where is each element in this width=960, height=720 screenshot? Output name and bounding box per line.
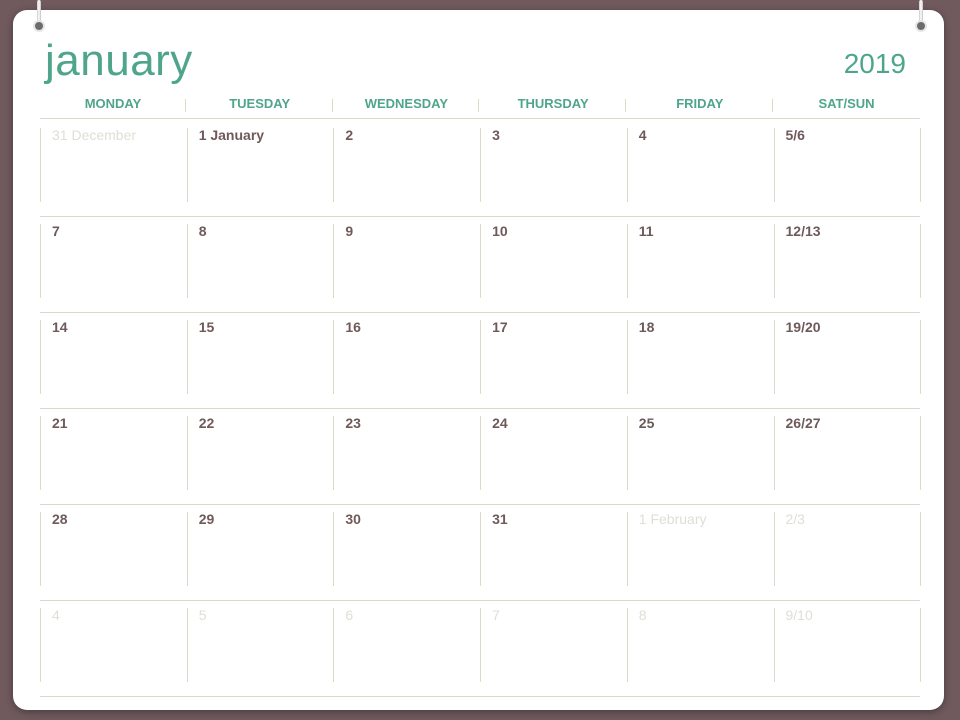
calendar-week-row: 28 29 30 31 1 February 2/3 xyxy=(40,504,921,601)
day-number: 2/3 xyxy=(785,511,805,527)
day-cell[interactable]: 5/6 xyxy=(773,120,921,216)
month-title: january xyxy=(45,36,193,85)
calendar-week-row: 4 5 6 7 8 9/10 xyxy=(40,600,921,697)
day-cell[interactable]: 26/27 xyxy=(773,408,921,504)
calendar-week-row: 31 December 1 January 2 3 4 5/6 xyxy=(40,120,921,217)
day-cell[interactable]: 22 xyxy=(186,408,333,504)
calendar-week-row: 21 22 23 24 25 26/27 xyxy=(40,408,921,505)
calendar-week-row: 7 8 9 10 11 12/13 xyxy=(40,216,921,313)
weekday-thursday: THURSDAY xyxy=(480,96,627,116)
day-cell[interactable]: 4 xyxy=(626,120,773,216)
day-cell[interactable]: 15 xyxy=(186,312,333,408)
day-cell[interactable]: 5 xyxy=(186,600,333,696)
day-number: 12/13 xyxy=(785,223,821,239)
weekday-friday: FRIDAY xyxy=(627,96,773,116)
day-cell[interactable]: 25 xyxy=(626,408,773,504)
day-number: 23 xyxy=(345,415,361,431)
day-cell[interactable]: 2 xyxy=(333,120,479,216)
day-number: 9 xyxy=(345,223,354,239)
day-number: 25 xyxy=(638,415,655,431)
binder-ring-left xyxy=(33,0,45,36)
day-cell[interactable]: 12/13 xyxy=(773,216,921,312)
weekday-label: WEDNESDAY xyxy=(364,96,449,111)
day-number: 3 xyxy=(492,127,500,143)
day-cell[interactable]: 19/20 xyxy=(773,312,921,408)
day-cell[interactable]: 10 xyxy=(480,216,626,312)
day-cell[interactable]: 21 xyxy=(40,408,186,504)
day-cell[interactable]: 4 xyxy=(40,600,186,696)
day-number: 24 xyxy=(492,415,508,431)
weekday-tuesday: TUESDAY xyxy=(187,96,333,116)
day-number: 18 xyxy=(638,319,655,335)
day-cell[interactable]: 31 xyxy=(480,504,626,600)
day-cell[interactable]: 1 January xyxy=(186,120,333,216)
day-number: 7 xyxy=(492,607,500,623)
day-number: 31 December xyxy=(52,127,137,143)
day-number: 16 xyxy=(345,319,361,335)
day-cell[interactable]: 23 xyxy=(333,408,479,504)
day-number: 1 January xyxy=(198,127,265,143)
weekday-monday: MONDAY xyxy=(40,96,186,116)
day-cell[interactable]: 28 xyxy=(40,504,186,600)
day-number: 22 xyxy=(198,415,215,431)
day-number: 29 xyxy=(198,511,215,527)
weekday-label: SAT/SUN xyxy=(818,96,875,111)
day-cell[interactable]: 9 xyxy=(333,216,479,312)
day-cell[interactable]: 9/10 xyxy=(773,600,921,696)
calendar-week-row: 14 15 16 17 18 19/20 xyxy=(40,312,921,409)
day-number: 9/10 xyxy=(785,607,813,623)
day-number: 1 February xyxy=(638,511,707,527)
day-cell[interactable]: 17 xyxy=(480,312,626,408)
day-number: 26/27 xyxy=(785,415,821,431)
day-number: 15 xyxy=(198,319,215,335)
day-number: 7 xyxy=(52,223,60,239)
day-number: 28 xyxy=(52,511,68,527)
day-number: 4 xyxy=(638,127,647,143)
day-number: 21 xyxy=(52,415,68,431)
day-number: 5/6 xyxy=(785,127,805,143)
day-number: 19/20 xyxy=(785,319,821,335)
weekday-label: TUESDAY xyxy=(229,96,291,111)
day-cell[interactable]: 3 xyxy=(480,120,626,216)
day-number: 30 xyxy=(345,511,361,527)
day-cell[interactable]: 16 xyxy=(333,312,479,408)
weekday-header: MONDAY TUESDAY WEDNESDAY THURSDAY FRIDAY SAT/… xyxy=(40,96,920,119)
day-cell[interactable]: 2/3 xyxy=(773,504,921,600)
day-number: 31 xyxy=(492,511,508,527)
day-number: 11 xyxy=(638,223,654,239)
weekday-wednesday: WEDNESDAY xyxy=(333,96,480,116)
day-number: 6 xyxy=(345,607,354,623)
day-cell[interactable]: 14 xyxy=(40,312,186,408)
day-cell[interactable]: 8 xyxy=(626,600,773,696)
day-cell[interactable]: 30 xyxy=(333,504,479,600)
weekday-label: THURSDAY xyxy=(517,96,589,111)
day-number: 5 xyxy=(198,607,207,623)
day-number: 8 xyxy=(198,223,207,239)
day-number: 8 xyxy=(638,607,647,623)
day-cell[interactable]: 7 xyxy=(40,216,186,312)
day-number: 14 xyxy=(52,319,68,335)
day-number: 4 xyxy=(52,607,60,623)
day-cell[interactable]: 8 xyxy=(186,216,333,312)
calendar-page: january 2019 MONDAY TUESDAY WEDNESDAY THURS… xyxy=(13,0,944,710)
day-number: 17 xyxy=(492,319,508,335)
day-cell[interactable]: 18 xyxy=(626,312,773,408)
day-number: 10 xyxy=(492,223,508,239)
day-cell[interactable]: 6 xyxy=(333,600,479,696)
day-cell[interactable]: 31 December xyxy=(40,120,186,216)
weekday-label: MONDAY xyxy=(84,96,142,111)
year-label: 2019 xyxy=(843,48,906,79)
day-cell[interactable]: 7 xyxy=(480,600,626,696)
day-cell[interactable]: 1 February xyxy=(626,504,773,600)
weekday-label: FRIDAY xyxy=(676,96,724,111)
day-cell[interactable]: 11 xyxy=(626,216,773,312)
weekday-sat-sun: SAT/SUN xyxy=(774,96,920,116)
day-cell[interactable]: 29 xyxy=(186,504,333,600)
binder-ring-right xyxy=(915,0,927,36)
day-cell[interactable]: 24 xyxy=(480,408,626,504)
day-number: 2 xyxy=(345,127,354,143)
